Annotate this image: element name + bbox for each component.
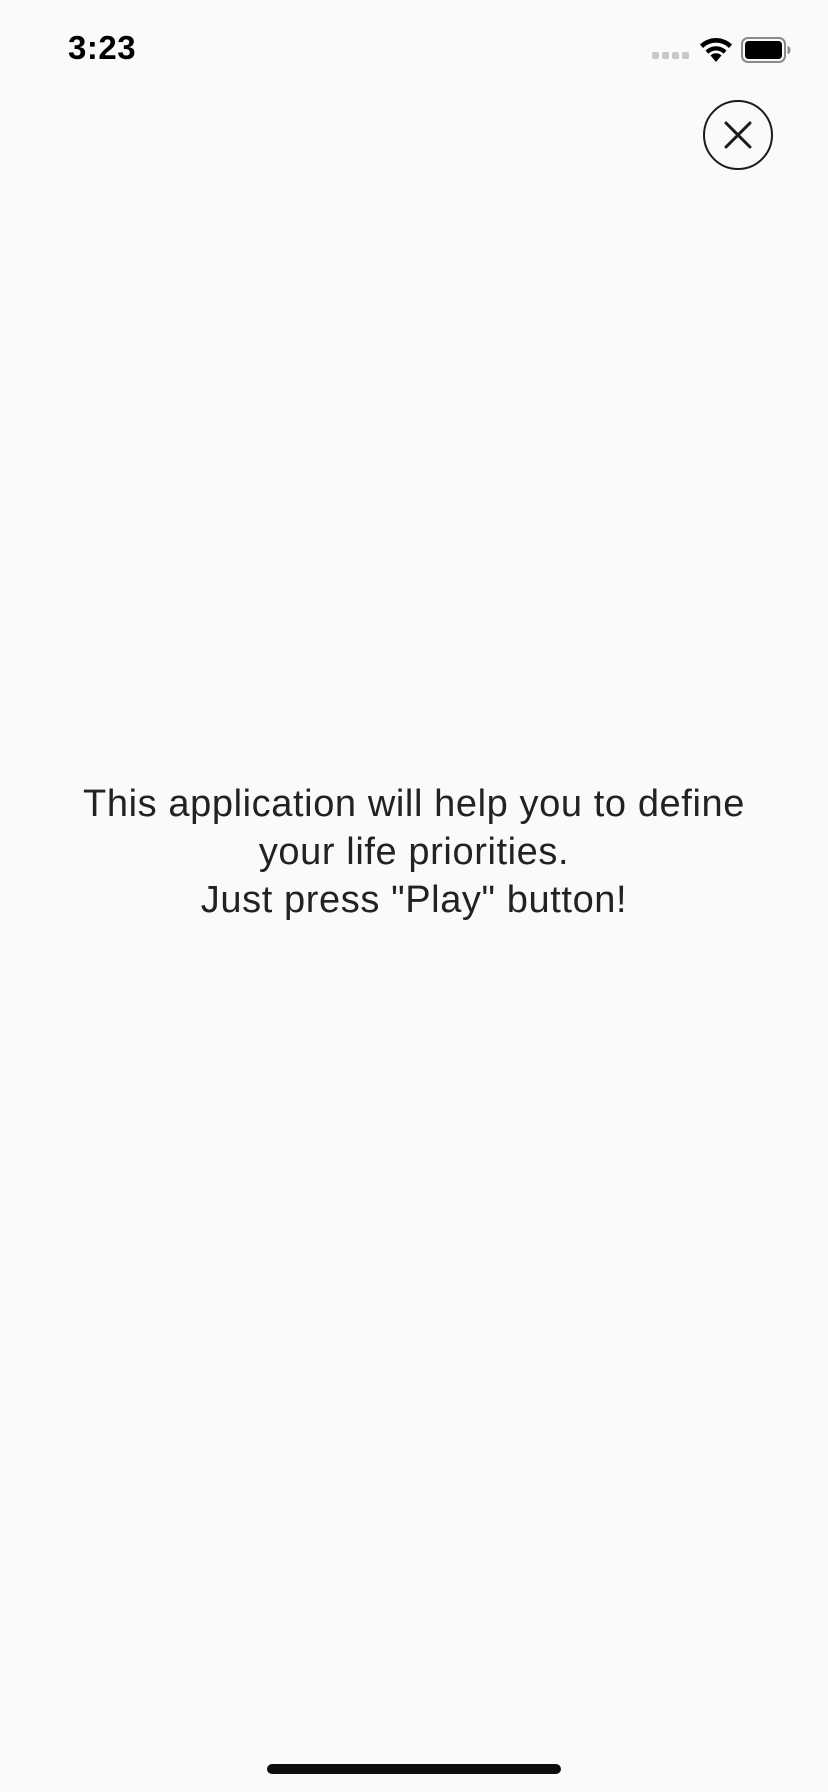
intro-line-2: your life priorities. — [258, 831, 570, 873]
intro-text: This application will help you to define… — [0, 780, 828, 924]
close-button[interactable] — [703, 100, 773, 170]
close-icon — [724, 121, 752, 149]
wifi-icon — [700, 38, 732, 62]
intro-line-3: Just press "Play" button! — [200, 879, 628, 921]
cellular-signal-icon — [652, 52, 692, 60]
home-indicator — [267, 1764, 561, 1774]
status-time: 3:23 — [68, 29, 137, 66]
battery-icon — [741, 37, 791, 63]
intro-line-1: This application will help you to define — [83, 783, 745, 825]
status-bar: 3:23 — [0, 0, 828, 100]
